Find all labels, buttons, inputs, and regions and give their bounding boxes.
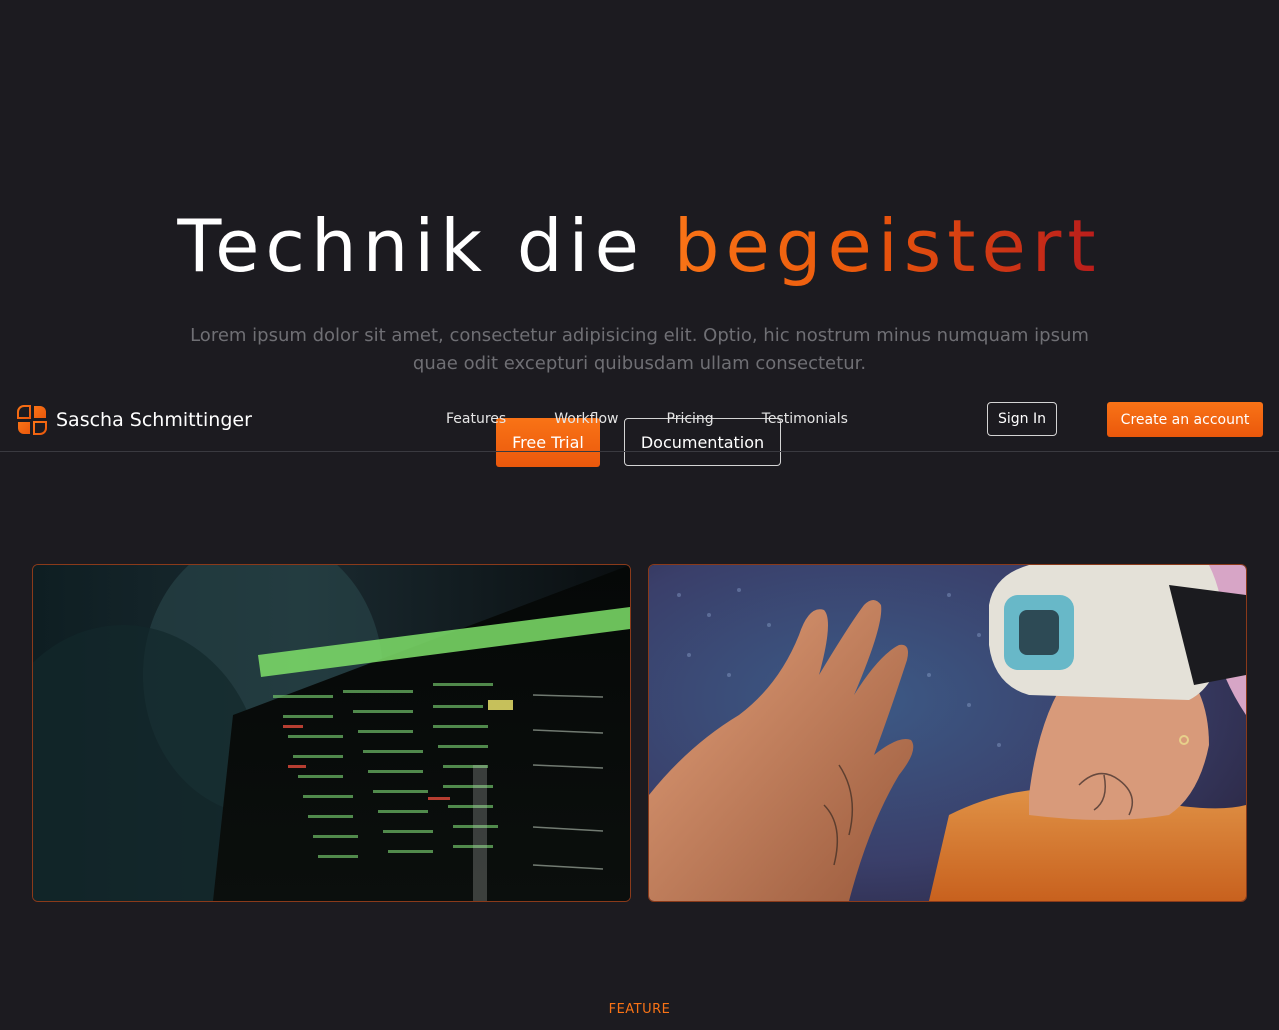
brand-name: Sascha Schmittinger [56, 409, 252, 431]
hero-title-plain: Technik die [177, 204, 645, 288]
sign-in-button[interactable]: Sign In [987, 402, 1057, 436]
nav-links: Features Workflow Pricing Testimonials [446, 411, 848, 427]
feature-section-label: FEATURE [608, 1002, 671, 1017]
hero-subtitle: Lorem ipsum dolor sit amet, consectetur … [190, 325, 1089, 374]
vr-image-card [648, 564, 1247, 902]
hero-title-accent: begeistert [673, 204, 1102, 288]
nav-link-features[interactable]: Features [446, 411, 506, 427]
nav-link-workflow[interactable]: Workflow [554, 411, 618, 427]
vr-headset-photo-icon [649, 565, 1246, 901]
terminal-image-card [32, 564, 631, 902]
brand-logo-icon [17, 405, 47, 435]
page: Technik die begeistert Lorem ipsum dolor… [0, 0, 1279, 1030]
hero-title: Technik die begeistert [0, 200, 1279, 292]
terminal-photo-icon [33, 565, 630, 901]
brand-link[interactable]: Sascha Schmittinger [16, 404, 252, 436]
create-account-button[interactable]: Create an account [1107, 402, 1263, 437]
nav-link-testimonials[interactable]: Testimonials [762, 411, 848, 427]
navbar: Sascha Schmittinger Features Workflow Pr… [0, 388, 1279, 452]
nav-link-pricing[interactable]: Pricing [667, 411, 714, 427]
